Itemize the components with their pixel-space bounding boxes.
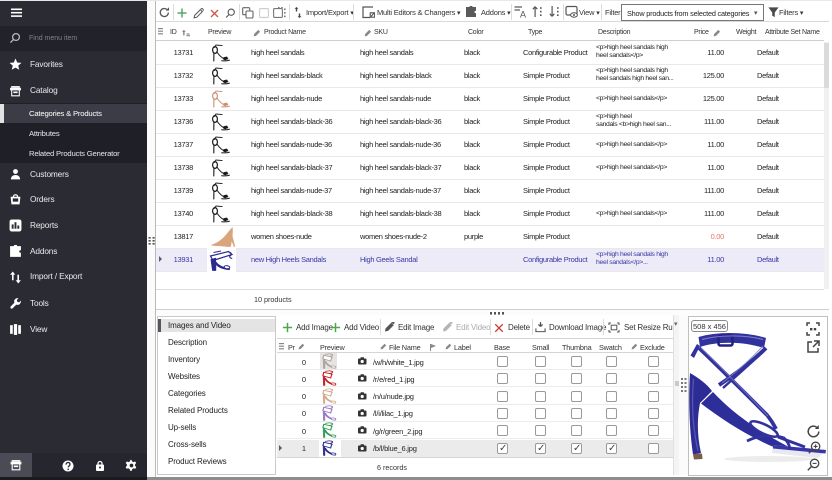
svg-text:A: A: [520, 10, 526, 19]
